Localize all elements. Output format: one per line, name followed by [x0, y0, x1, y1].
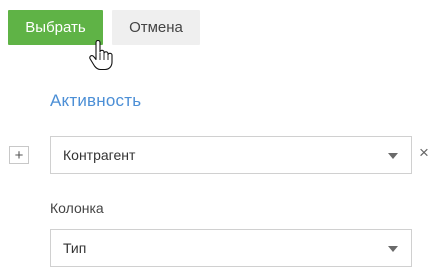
column-select-value: Тип	[63, 240, 87, 256]
section-title: Активность	[50, 91, 142, 110]
cancel-button[interactable]: Отмена	[112, 10, 200, 45]
plus-icon: +	[14, 146, 24, 164]
column-select[interactable]: Тип	[50, 229, 412, 267]
close-icon[interactable]: ×	[419, 144, 429, 161]
hand-cursor-icon	[89, 40, 113, 71]
add-condition-button[interactable]: +	[9, 146, 29, 164]
object-select-value: Контрагент	[63, 147, 136, 163]
column-label: Колонка	[50, 200, 104, 216]
chevron-down-icon	[388, 246, 398, 252]
object-select[interactable]: Контрагент	[50, 136, 412, 174]
chevron-down-icon	[388, 153, 398, 159]
